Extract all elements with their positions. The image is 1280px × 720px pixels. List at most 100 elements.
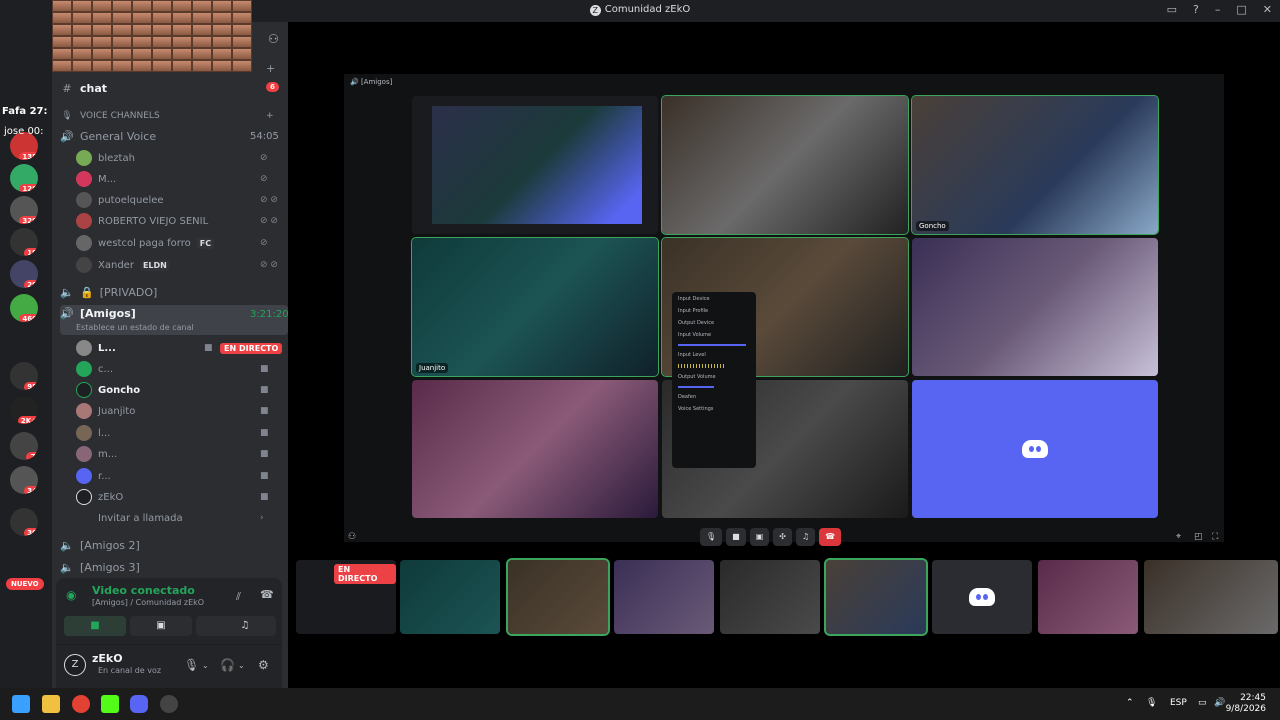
maximize-button[interactable]: □ bbox=[1236, 3, 1246, 16]
voice-user[interactable]: M... ⊘ bbox=[76, 169, 268, 189]
strip-tile[interactable] bbox=[1144, 560, 1278, 634]
gear-icon[interactable]: ⚙ bbox=[258, 658, 269, 672]
microphone-icon[interactable]: 🎙 bbox=[1146, 698, 1157, 708]
popup-item[interactable]: Output Device bbox=[678, 320, 750, 326]
mute-button[interactable]: 🎙 bbox=[700, 528, 723, 546]
invite-to-call[interactable]: Invitar a llamada › bbox=[76, 508, 264, 528]
stream-view[interactable]: 🔊 [Amigos] Goncho Juanjito Input Device … bbox=[344, 74, 1224, 542]
channel-chat[interactable]: # chat bbox=[60, 78, 107, 98]
strip-tile[interactable] bbox=[400, 560, 500, 634]
clock[interactable]: 22:45 9/8/2026 bbox=[1226, 693, 1266, 715]
popout-icon[interactable]: ◰ bbox=[1194, 532, 1203, 542]
noise-suppression-icon[interactable]: ⫽ bbox=[236, 590, 241, 604]
minimize-button[interactable]: – bbox=[1215, 3, 1221, 16]
server-icon[interactable]: 95 bbox=[10, 362, 38, 390]
popup-item[interactable]: Input Profile bbox=[678, 308, 750, 314]
soundboard-button[interactable]: ♫ bbox=[795, 528, 816, 546]
server-icon[interactable]: 34 bbox=[10, 466, 38, 494]
popup-item[interactable]: Voice Settings bbox=[678, 406, 750, 412]
chrome-icon[interactable] bbox=[72, 695, 90, 713]
strip-tile-stream[interactable]: EN DIRECTO bbox=[296, 560, 396, 634]
screen-share-button[interactable]: ▣ bbox=[130, 616, 192, 636]
windows-start-icon[interactable] bbox=[12, 695, 30, 713]
user-name: ROBERTO VIEJO SENIL bbox=[98, 215, 209, 227]
category-voice-channels[interactable]: 🎙 VOICE CHANNELS + bbox=[60, 106, 273, 126]
strip-tile[interactable] bbox=[824, 558, 928, 636]
file-explorer-icon[interactable] bbox=[42, 695, 60, 713]
pin-icon[interactable]: ⌖ bbox=[1176, 532, 1181, 542]
voice-user[interactable]: ROBERTO VIEJO SENIL ⊘ ⊘ bbox=[76, 211, 278, 231]
kick-icon[interactable] bbox=[101, 695, 119, 713]
channel-amigos-3[interactable]: 🔈 [Amigos 3] bbox=[60, 557, 140, 577]
voice-user[interactable]: Xander ELDN ⊘ ⊘ bbox=[76, 255, 278, 275]
connection-channel[interactable]: [Amigos] / Comunidad zEkO bbox=[92, 598, 204, 607]
channel-amigos-2[interactable]: 🔈 [Amigos 2] bbox=[60, 535, 140, 555]
chevron-down-icon[interactable]: ⌄ bbox=[238, 661, 245, 670]
close-button[interactable]: ✕ bbox=[1263, 3, 1272, 16]
add-member-icon[interactable]: ⚇ bbox=[268, 32, 279, 46]
channel-privado[interactable]: 🔈 🔒 [PRIVADO] bbox=[60, 282, 157, 302]
tray-chevron-icon[interactable]: ⌃ bbox=[1126, 698, 1134, 708]
inbox-icon[interactable]: ▭ bbox=[1167, 3, 1177, 16]
camera-button[interactable]: ■ bbox=[64, 616, 126, 636]
server-icon[interactable]: 2K+ bbox=[10, 396, 38, 424]
channel-status[interactable]: Establece un estado de canal bbox=[76, 323, 194, 332]
popup-item[interactable]: Deafen bbox=[678, 394, 750, 400]
popup-item[interactable]: Input Device bbox=[678, 296, 750, 302]
screen-share-button[interactable]: ▣ bbox=[749, 528, 770, 546]
input-volume-slider[interactable] bbox=[678, 344, 746, 346]
avatar[interactable]: Z bbox=[64, 654, 86, 676]
server-icon[interactable]: 460 bbox=[10, 294, 38, 322]
volume-icon[interactable]: 🔊 bbox=[1214, 698, 1225, 708]
output-volume-slider[interactable] bbox=[678, 386, 714, 388]
server-icon[interactable]: 329 bbox=[10, 196, 38, 224]
voice-user[interactable]: L... ■ EN DIRECTO bbox=[76, 338, 283, 358]
strip-tile[interactable] bbox=[614, 560, 714, 634]
video-tile[interactable]: Goncho bbox=[911, 95, 1159, 235]
add-channel-icon[interactable]: + bbox=[266, 62, 275, 75]
chevron-down-icon[interactable]: ⌄ bbox=[202, 661, 209, 670]
voice-user[interactable]: l... ■ bbox=[76, 423, 269, 443]
app-icon[interactable] bbox=[160, 695, 178, 713]
video-tile[interactable] bbox=[912, 238, 1158, 376]
video-tile[interactable] bbox=[412, 380, 658, 518]
video-tile[interactable]: Juanjito bbox=[411, 237, 659, 377]
invite-icon[interactable]: ⚇ bbox=[348, 532, 356, 542]
microphone-icon[interactable]: 🎙 bbox=[184, 658, 199, 672]
voice-user[interactable]: bleztah ⊘ bbox=[76, 148, 268, 168]
strip-tile[interactable] bbox=[1038, 560, 1138, 634]
soundboard-button[interactable]: ♫ bbox=[214, 616, 276, 636]
video-tile[interactable] bbox=[661, 95, 909, 235]
video-tile-no-camera[interactable] bbox=[912, 380, 1158, 518]
voice-user[interactable]: westcol paga forro FC ⊘ bbox=[76, 233, 268, 253]
voice-user[interactable]: c... ■ bbox=[76, 359, 269, 379]
strip-tile-no-camera[interactable] bbox=[932, 560, 1032, 634]
discord-icon[interactable] bbox=[130, 695, 148, 713]
network-icon[interactable]: ▭ bbox=[1198, 698, 1207, 708]
voice-user[interactable]: r... ■ bbox=[76, 466, 269, 486]
voice-user[interactable]: m... ■ bbox=[76, 444, 269, 464]
help-icon[interactable]: ? bbox=[1193, 3, 1199, 16]
add-channel-icon[interactable]: + bbox=[266, 111, 274, 121]
channel-general-voice[interactable]: 🔊 General Voice 54:05 bbox=[60, 126, 279, 146]
fullscreen-icon[interactable]: ⛶ bbox=[1212, 532, 1218, 542]
camera-button[interactable]: ■ bbox=[726, 528, 746, 546]
server-icon[interactable]: 19 bbox=[10, 228, 38, 256]
strip-tile[interactable] bbox=[506, 558, 610, 636]
strip-tile[interactable] bbox=[720, 560, 820, 634]
headphones-icon[interactable]: 🎧 bbox=[220, 658, 235, 672]
voice-user[interactable]: Goncho ■ bbox=[76, 380, 269, 400]
channel-name: General Voice bbox=[80, 129, 157, 143]
voice-user[interactable]: Juanjito ■ bbox=[76, 401, 269, 421]
server-icon[interactable]: 7 bbox=[10, 432, 38, 460]
hang-up-button[interactable]: ☎ bbox=[819, 528, 842, 546]
server-icon[interactable]: 29 bbox=[10, 260, 38, 288]
server-icon[interactable]: 30 bbox=[10, 508, 38, 536]
voice-user[interactable]: zEkO ■ bbox=[76, 487, 269, 507]
activities-button[interactable]: ✣ bbox=[773, 528, 792, 546]
voice-user[interactable]: putoelquelee ⊘ ⊘ bbox=[76, 190, 278, 210]
server-icon[interactable]: 128 bbox=[10, 164, 38, 192]
disconnect-icon[interactable]: ☎ bbox=[260, 588, 274, 601]
language-indicator[interactable]: ESP bbox=[1170, 698, 1187, 708]
video-tile-stream[interactable] bbox=[412, 96, 658, 234]
